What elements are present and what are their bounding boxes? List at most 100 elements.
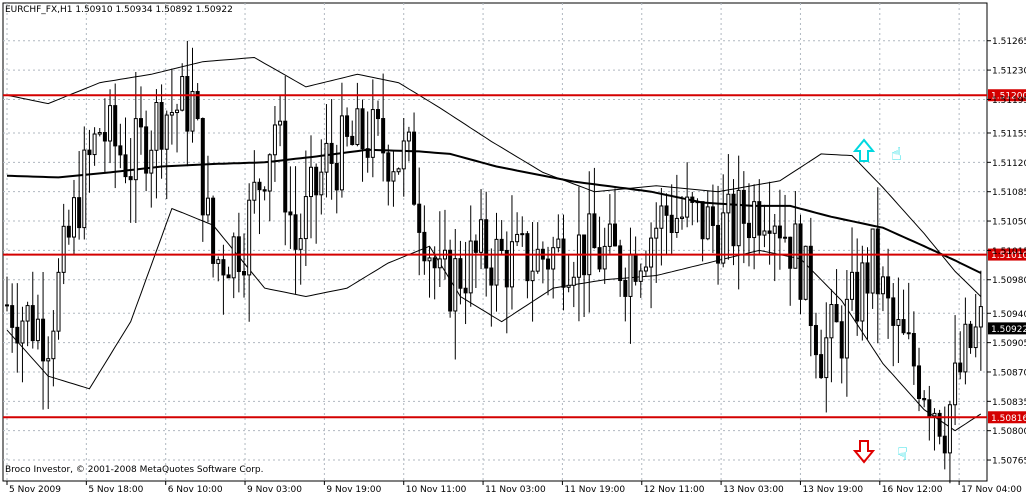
candle-body-bull (551, 247, 556, 270)
candle (360, 99, 365, 182)
candle-body-bear (839, 321, 844, 359)
candle (298, 213, 303, 285)
candle-body-bear (422, 231, 427, 262)
candle-body-bull (520, 233, 525, 236)
candle-body-bear (901, 319, 906, 334)
y-tick-label: 1.50980 (992, 276, 1026, 286)
candle-body-bear (314, 166, 319, 196)
candle (20, 306, 25, 383)
candle (901, 289, 906, 335)
candle (917, 347, 922, 412)
candle (185, 40, 190, 167)
candle-body-bear (30, 305, 35, 342)
candle (309, 135, 314, 239)
candle-body-bull (51, 330, 56, 360)
candle (690, 191, 695, 226)
candle (530, 221, 535, 322)
candle (149, 130, 154, 208)
candle (582, 234, 587, 318)
candle-body-bull (973, 326, 978, 349)
candle (953, 315, 958, 426)
candle-body-bull (587, 213, 592, 276)
y-tick-label: 1.50835 (992, 398, 1026, 408)
candle (252, 150, 257, 214)
bollinger-bands (6, 56, 982, 432)
candle (417, 167, 422, 276)
x-tick-label: 5 Nov 2009 (9, 485, 61, 495)
candle-body-bear (345, 115, 350, 137)
candle (793, 191, 798, 269)
candle-body-bear (41, 318, 46, 362)
candle-body-bull (164, 114, 169, 150)
candle-body-bull (793, 223, 798, 269)
candle-body-bear (118, 145, 123, 156)
candle (355, 82, 360, 147)
candle-body-bull (205, 197, 210, 216)
candle-body-bear (917, 365, 922, 399)
candle-body-bull (370, 109, 375, 158)
candle (283, 75, 288, 246)
candle-body-bear (504, 249, 509, 288)
candle (396, 167, 401, 175)
candle-body-bear (226, 274, 231, 279)
y-tick-label: 1.51050 (992, 218, 1026, 228)
candle (633, 236, 638, 286)
candle (15, 283, 20, 373)
candle-body-bear (144, 126, 149, 174)
candle-body-bear (968, 323, 973, 349)
candle-body-bull (35, 318, 40, 342)
y-tick-label: 1.51265 (992, 37, 1026, 47)
y-tick-label: 1.50905 (992, 339, 1026, 349)
candle-body-bull (252, 181, 257, 201)
x-tick-label: 9 Nov 19:00 (326, 485, 381, 495)
candle-body-bear (262, 189, 267, 192)
candle-body-bear (293, 214, 298, 250)
candle (339, 82, 344, 198)
candle-body-bull (535, 248, 540, 272)
candle (314, 163, 319, 244)
candle-body-bull (278, 120, 283, 126)
candle-body-bull (97, 132, 102, 135)
y-tick-label: 1.50800 (992, 427, 1026, 437)
candle (381, 73, 386, 182)
candle (412, 112, 417, 206)
price-chart[interactable]: 1.512001.510101.508161.50922 1.512651.51… (0, 0, 1026, 495)
candle-body-bear (200, 118, 205, 216)
candle-body-bull (303, 196, 308, 240)
candle (365, 111, 370, 173)
candle (56, 258, 61, 340)
candle-body-bear (463, 287, 468, 294)
candle (607, 194, 612, 254)
candle (159, 84, 164, 179)
candle-body-bear (458, 258, 463, 289)
candle (628, 227, 633, 344)
candle-body-bull (61, 225, 66, 273)
candle-body-bull (752, 201, 757, 239)
symbol-header: EURCHF_FX,H1 1.50910 1.50934 1.50892 1.5… (5, 5, 233, 15)
candle (144, 110, 149, 192)
candle-body-bull (267, 154, 272, 192)
candle (123, 117, 128, 184)
candle-body-bear (283, 120, 288, 213)
candle-body-bull (247, 199, 252, 276)
candle-body-bear (360, 108, 365, 150)
candle (839, 305, 844, 384)
candle-body-bear (113, 105, 118, 147)
candle-body-bear (221, 259, 226, 276)
y-tick-label: 1.50765 (992, 457, 1026, 467)
candle-body-bull (154, 101, 159, 151)
candle (293, 166, 298, 294)
candle-body-bull (494, 238, 499, 286)
candle-body-bear (855, 271, 860, 322)
candle (613, 188, 618, 247)
candle (870, 228, 875, 309)
candle-body-bull (963, 323, 968, 373)
candle-body-bull (978, 306, 983, 328)
candle-body-bull (149, 149, 154, 174)
candle (865, 247, 870, 340)
candle-body-bull (705, 206, 710, 240)
candle (288, 166, 293, 249)
candle-body-bear (731, 193, 736, 247)
candle (231, 232, 236, 299)
candle-body-bull (401, 140, 406, 170)
